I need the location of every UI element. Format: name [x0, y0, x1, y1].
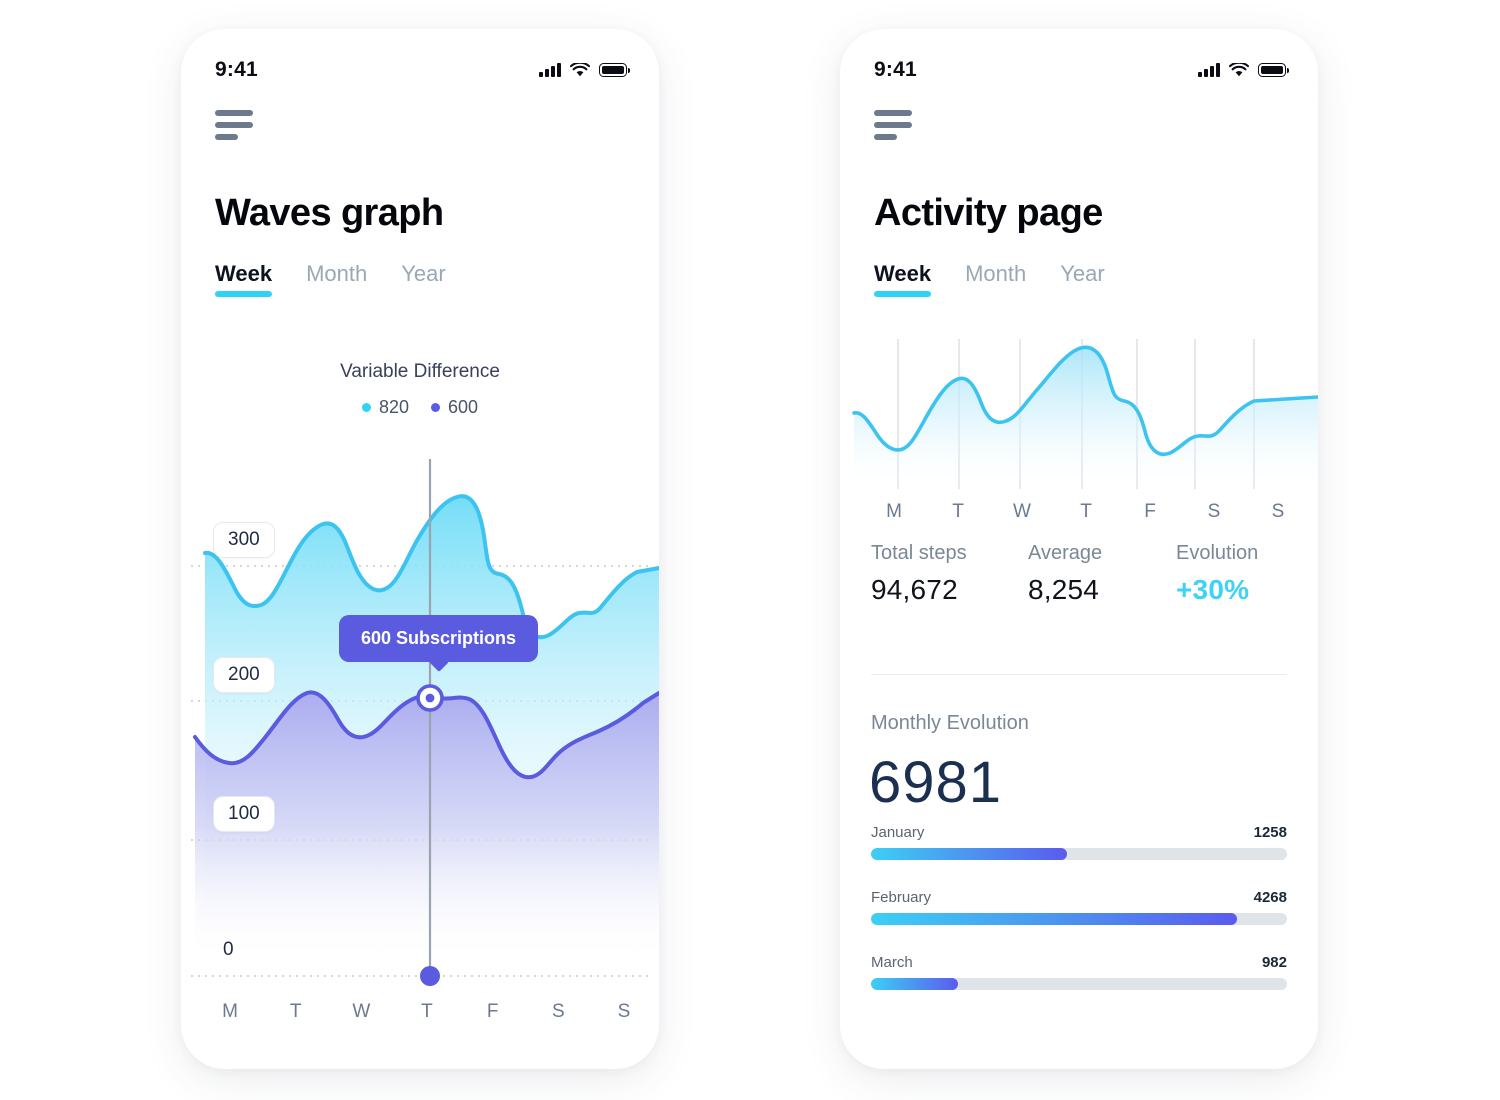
- stat-total-steps: Total steps 94,672: [871, 542, 1028, 606]
- x-label-tue: T: [289, 1001, 302, 1022]
- monthly-evolution-total: 6981: [869, 750, 1003, 815]
- bar-label: February: [871, 889, 932, 906]
- battery-icon: [1258, 63, 1290, 77]
- x-label-fri: F: [1144, 501, 1156, 522]
- stat-label: Total steps: [871, 542, 967, 564]
- canvas: 9:41 Waves graph Week Month Year Variabl…: [0, 0, 1500, 1100]
- hamburger-menu-icon[interactable]: [215, 110, 255, 144]
- status-bar: 9:41: [181, 29, 659, 91]
- stat-average: Average 8,254: [1028, 542, 1176, 606]
- bar-track: [871, 848, 1287, 860]
- bar-head: February 4268: [871, 889, 1287, 906]
- menu-bar-1: [874, 110, 912, 116]
- tab-year[interactable]: Year: [1060, 261, 1104, 297]
- page-title: Activity page: [874, 192, 1103, 234]
- cellular-icon: [539, 63, 561, 77]
- bar-track: [871, 913, 1287, 925]
- wifi-icon: [1228, 61, 1250, 78]
- x-label-thu: T: [1080, 501, 1092, 522]
- bar-head: January 1258: [871, 824, 1287, 841]
- status-bar: 9:41: [840, 29, 1318, 91]
- tab-week[interactable]: Week: [874, 261, 932, 297]
- hamburger-menu-icon[interactable]: [874, 110, 914, 144]
- x-label-wed: W: [352, 1001, 371, 1022]
- status-icons: [1198, 61, 1290, 78]
- tab-week[interactable]: Week: [215, 261, 273, 297]
- menu-bar-2: [215, 122, 253, 128]
- x-label-sat: S: [551, 1001, 565, 1022]
- legend-item-600: 600: [431, 397, 478, 418]
- bar-track: [871, 978, 1287, 990]
- phone-activity-page: 9:41 Activity page Week Month Year M T W…: [840, 29, 1318, 1069]
- monthly-evolution-label: Monthly Evolution: [871, 712, 1029, 734]
- stat-evolution: Evolution +30%: [1176, 542, 1258, 606]
- legend-dot-icon: [431, 403, 440, 412]
- x-label-fri: F: [486, 1001, 499, 1022]
- bar-row-march[interactable]: March 982: [871, 954, 1287, 990]
- x-label-sat: S: [1207, 501, 1221, 522]
- x-label-sun: S: [1271, 501, 1285, 522]
- bar-head: March 982: [871, 954, 1287, 971]
- stat-value: 8,254: [1028, 574, 1100, 605]
- bar-label: March: [871, 954, 913, 971]
- summary-stats: Total steps 94,672 Average 8,254 Evoluti…: [871, 542, 1287, 606]
- menu-bar-1: [215, 110, 253, 116]
- bar-value: 1258: [1253, 824, 1287, 841]
- x-label-wed: W: [1013, 501, 1031, 522]
- x-axis-labels: M T W T F S S: [215, 1001, 639, 1023]
- page-title: Waves graph: [215, 192, 444, 234]
- legend-item-820: 820: [361, 397, 409, 418]
- menu-bar-3: [874, 134, 897, 140]
- status-time: 9:41: [215, 58, 258, 81]
- bar-value: 4268: [1253, 889, 1287, 906]
- y-axis-label-200: 200: [213, 657, 275, 693]
- x-label-sun: S: [617, 1001, 631, 1022]
- x-label-mon: M: [222, 1001, 238, 1022]
- section-divider: [871, 674, 1287, 675]
- status-icons: [539, 61, 631, 78]
- tab-bar: Week Month Year: [215, 261, 446, 297]
- x-label-tue: T: [952, 501, 964, 522]
- legend-dot-icon: [361, 403, 371, 412]
- chart-header: Variable Difference 820 600: [181, 361, 659, 418]
- monthly-bars: January 1258 February 4268 March 982: [871, 824, 1287, 1019]
- legend-label: 600: [448, 397, 479, 417]
- tab-bar: Week Month Year: [874, 261, 1105, 297]
- stat-value: 94,672: [871, 574, 958, 605]
- chart-tooltip: 600 Subscriptions: [339, 615, 539, 662]
- y-axis-label-0: 0: [223, 939, 234, 960]
- battery-icon: [599, 63, 631, 77]
- x-label-mon: M: [886, 501, 902, 522]
- chart-title: Variable Difference: [340, 361, 500, 382]
- wifi-icon: [569, 61, 591, 78]
- stat-label: Evolution: [1176, 542, 1259, 564]
- bar-fill: [871, 978, 959, 990]
- y-axis-label-100: 100: [213, 796, 275, 832]
- status-time: 9:41: [874, 58, 917, 81]
- bar-fill: [871, 913, 1238, 925]
- bar-fill: [871, 848, 1067, 860]
- phone-waves-graph: 9:41 Waves graph Week Month Year Variabl…: [181, 29, 659, 1069]
- chart-legend: 820 600: [181, 397, 659, 418]
- cellular-icon: [1198, 63, 1220, 77]
- legend-label: 820: [378, 397, 409, 417]
- activity-x-axis-labels: M T W T F S S: [880, 501, 1292, 523]
- tab-month[interactable]: Month: [306, 261, 367, 297]
- tab-month[interactable]: Month: [965, 261, 1026, 297]
- bar-row-february[interactable]: February 4268: [871, 889, 1287, 925]
- activity-chart[interactable]: [840, 317, 1318, 497]
- y-axis-label-300: 300: [213, 522, 275, 558]
- menu-bar-2: [874, 122, 912, 128]
- stat-value: +30%: [1176, 574, 1250, 605]
- bar-value: 982: [1261, 954, 1287, 971]
- x-label-thu: T: [421, 1001, 433, 1022]
- bar-label: January: [871, 824, 925, 841]
- menu-bar-3: [215, 134, 238, 140]
- bar-row-january[interactable]: January 1258: [871, 824, 1287, 860]
- stat-label: Average: [1028, 542, 1103, 564]
- tab-year[interactable]: Year: [401, 261, 445, 297]
